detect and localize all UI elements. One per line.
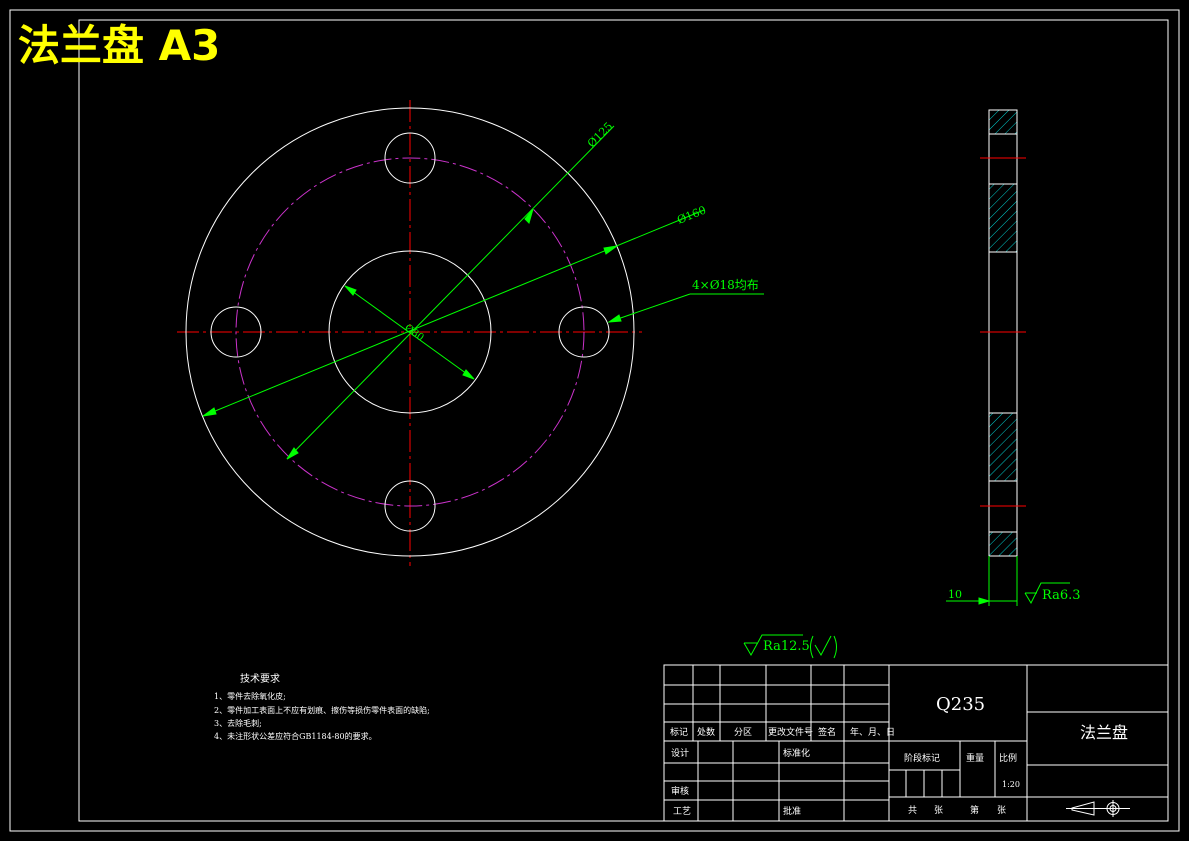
tb-no: 第: [970, 804, 979, 816]
section-hatch-1: [988, 109, 1018, 135]
tb-count: 处数: [697, 726, 715, 738]
tb-sheet: 张: [997, 805, 1006, 816]
section-hatch-3: [988, 412, 1018, 482]
tech-item: 1、零件去除氧化皮;: [214, 691, 286, 701]
side-outline: [988, 109, 1018, 557]
title-block-text: 标记 处数 分区 更改文件号 签名 年、月、日 设计 标准化 审核 工艺 批准 …: [670, 726, 1020, 817]
tb-mark: 标记: [670, 726, 688, 738]
dim-label-pitch: Ø160: [675, 203, 708, 226]
dim-label-outer: Ø125: [585, 120, 615, 150]
dim-label-thickness: 10: [948, 588, 962, 601]
tb-stage-mark: 阶段标记: [904, 752, 940, 764]
section-hatch-2: [988, 183, 1018, 253]
front-view: Ø125 Ø160 4×Ø18均布 Ø80: [177, 100, 764, 566]
tb-sheets: 张: [934, 805, 943, 816]
projection-symbol-icon: [1066, 800, 1130, 817]
tech-requirements: 技术要求 1、零件去除氧化皮; 2、零件加工表面上不应有划痕、擦伤等损伤零件表面…: [214, 672, 430, 741]
dim-pitch-diameter: [286, 125, 615, 460]
dim-outer-diameter: [202, 209, 705, 417]
tb-part-name: 法兰盘: [1080, 723, 1128, 742]
tb-process: 工艺: [673, 806, 691, 817]
tb-weight: 重量: [966, 752, 984, 764]
section-hatch-4: [988, 531, 1018, 557]
tb-standardization: 标准化: [783, 747, 810, 759]
drawing-title: 法兰盘 A3: [18, 21, 220, 70]
tb-zone: 分区: [734, 727, 752, 738]
tb-design: 设计: [671, 747, 689, 759]
dim-label-holes: 4×Ø18均布: [692, 278, 759, 292]
tb-approve: 批准: [783, 805, 801, 817]
tb-change-doc: 更改文件号: [768, 726, 813, 738]
roughness-face-label: Ra6.3: [1042, 588, 1081, 603]
roughness-general-label: Ra12.5: [763, 639, 810, 654]
side-view: 10 Ra6.3: [946, 109, 1081, 606]
tb-date: 年、月、日: [850, 726, 895, 738]
tb-review: 审核: [671, 785, 689, 797]
tech-heading: 技术要求: [240, 672, 280, 685]
tb-scale-value: 1:20: [1002, 780, 1020, 789]
tb-material: Q235: [936, 694, 985, 715]
title-block: [663, 664, 1169, 822]
tb-ratio: 比例: [999, 752, 1017, 764]
tech-item: 4、未注形状公差应符合GB1184-80的要求。: [214, 731, 377, 741]
tech-item: 3、去除毛刺;: [214, 718, 262, 728]
tb-total: 共: [908, 805, 917, 816]
tb-signature: 签名: [818, 726, 836, 738]
tech-item: 2、零件加工表面上不应有划痕、擦伤等损伤零件表面的缺陷;: [214, 705, 430, 715]
cad-drawing: 法兰盘 A3 Ø125 Ø160 4×Ø18均布 Ø80 10 Ra6.3 Ra…: [9, 9, 1180, 832]
